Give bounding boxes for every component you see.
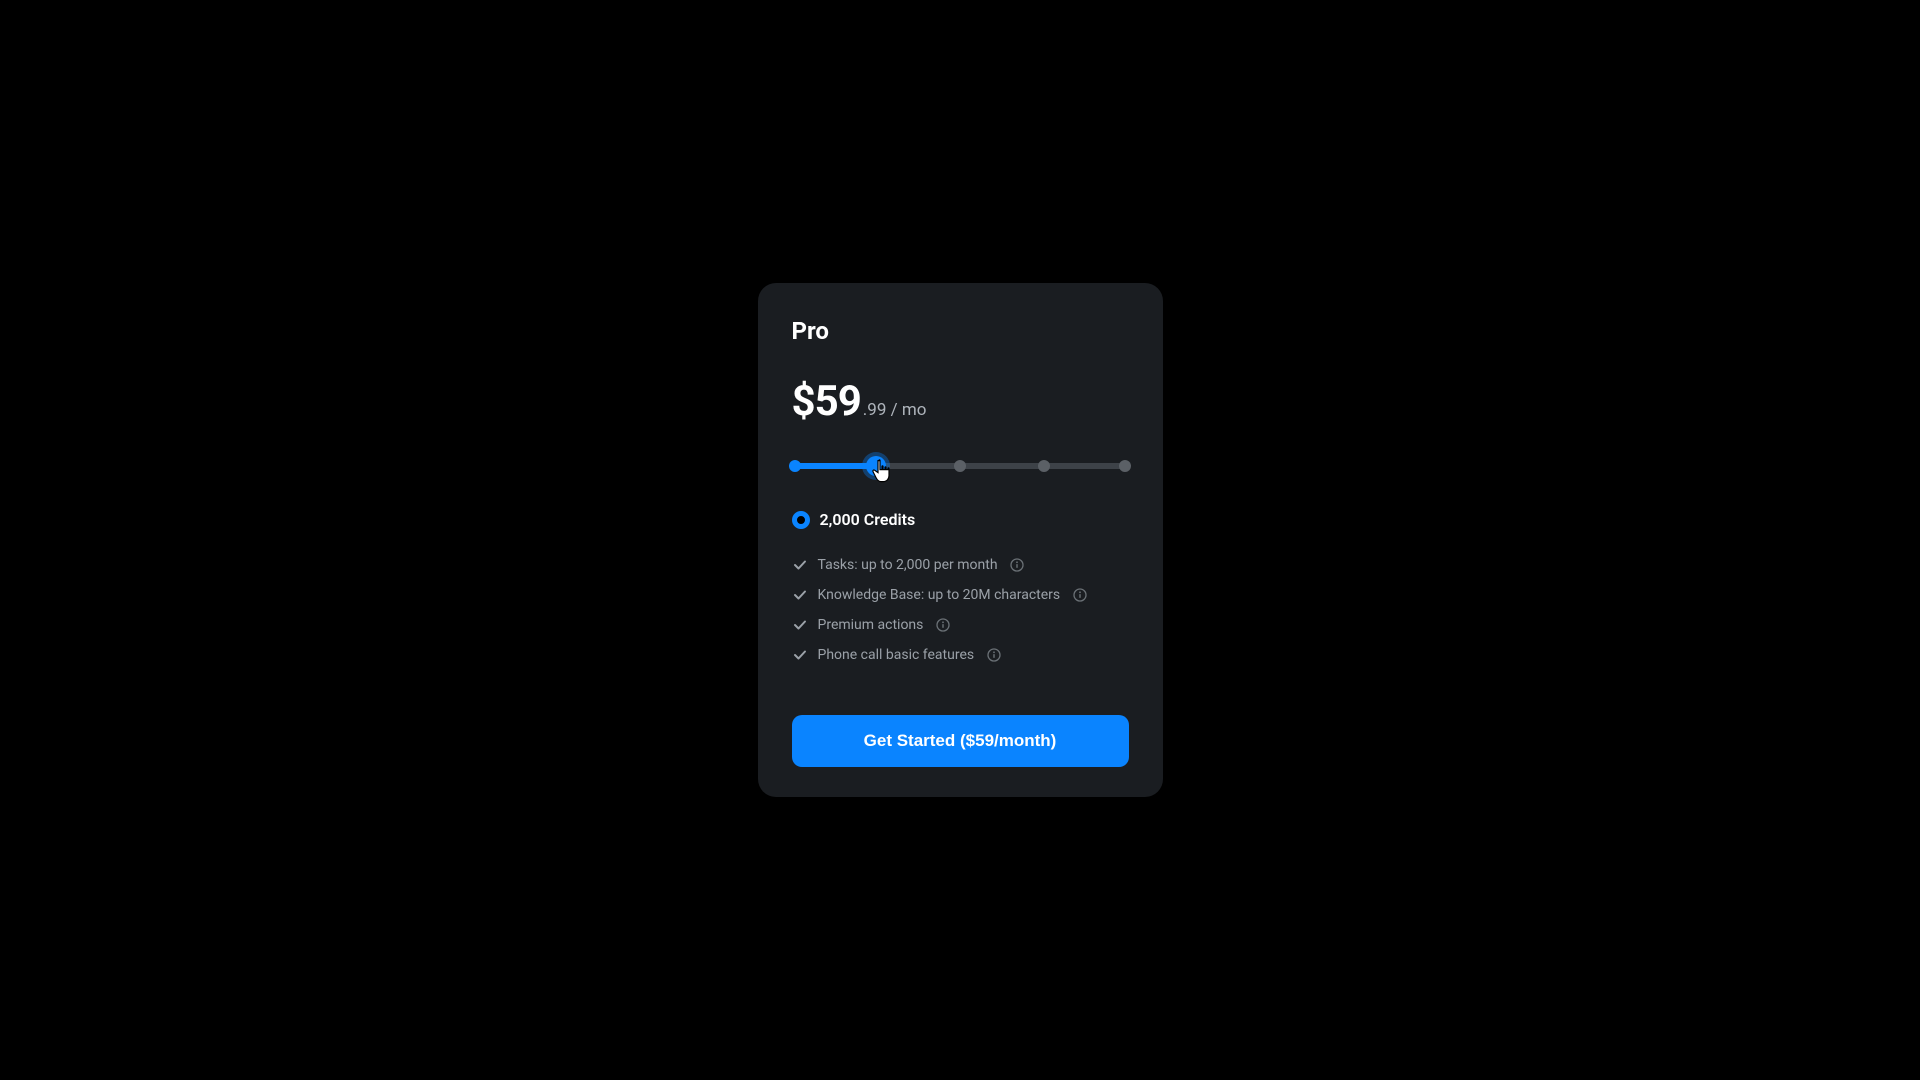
price-suffix: .99 / mo [863, 400, 927, 420]
check-icon [792, 647, 808, 663]
pricing-card: Pro $59 .99 / mo 2,000 Credits Tasks: up… [758, 283, 1163, 797]
check-icon [792, 587, 808, 603]
credits-label: 2,000 Credits [820, 510, 916, 529]
feature-item: Premium actions [792, 617, 1129, 633]
info-icon[interactable] [935, 618, 950, 633]
feature-item: Phone call basic features [792, 647, 1129, 663]
feature-text: Tasks: up to 2,000 per month [818, 557, 998, 573]
get-started-button[interactable]: Get Started ($59/month) [792, 715, 1129, 767]
feature-item: Tasks: up to 2,000 per month [792, 557, 1129, 573]
slider-stop[interactable] [789, 460, 801, 472]
feature-list: Tasks: up to 2,000 per month Knowledge B… [792, 557, 1129, 663]
price-row: $59 .99 / mo [792, 377, 1129, 426]
feature-text: Knowledge Base: up to 20M characters [818, 587, 1061, 603]
feature-text: Premium actions [818, 617, 924, 633]
slider-stop[interactable] [1038, 460, 1050, 472]
info-icon[interactable] [1072, 588, 1087, 603]
slider-stop[interactable] [954, 460, 966, 472]
slider-thumb[interactable] [866, 456, 886, 476]
check-icon [792, 617, 808, 633]
feature-item: Knowledge Base: up to 20M characters [792, 587, 1129, 603]
price-main: $59 [792, 377, 861, 426]
plan-name: Pro [792, 317, 1129, 345]
check-icon [792, 557, 808, 573]
credits-row[interactable]: 2,000 Credits [792, 510, 1129, 529]
info-icon[interactable] [1010, 558, 1025, 573]
slider-stop[interactable] [1119, 460, 1131, 472]
info-icon[interactable] [986, 648, 1001, 663]
credits-slider[interactable] [792, 456, 1129, 476]
radio-selected-icon [792, 511, 810, 529]
feature-text: Phone call basic features [818, 647, 975, 663]
